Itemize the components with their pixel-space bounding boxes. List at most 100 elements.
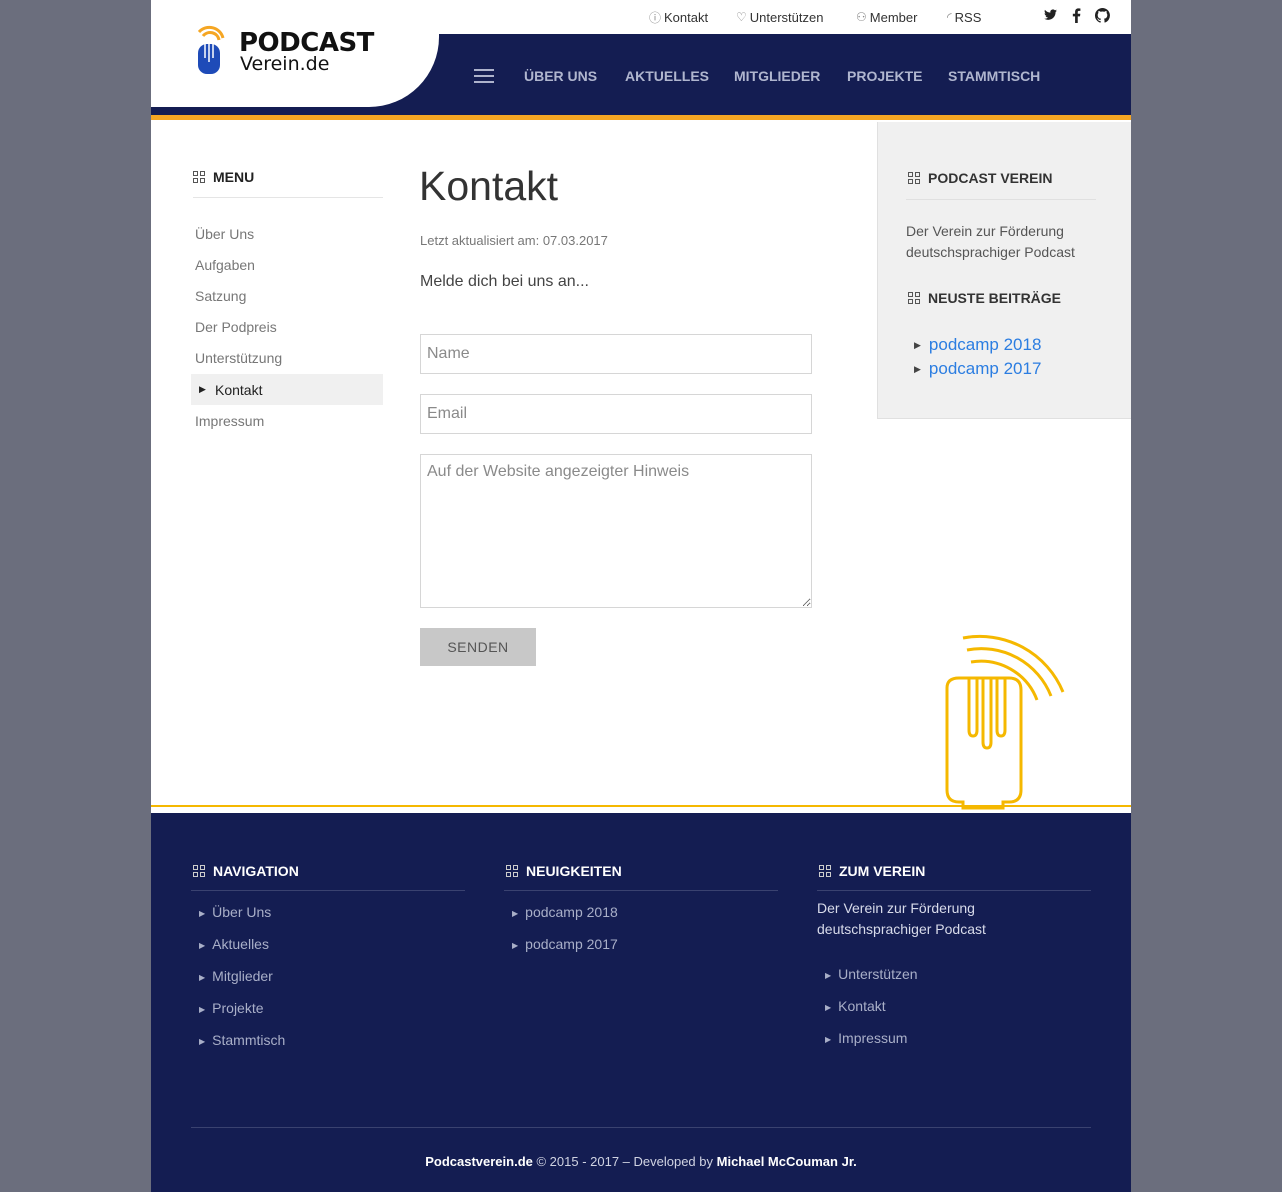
caret-right-icon: ▶ xyxy=(825,1034,832,1044)
logo-subtitle: Verein.de xyxy=(240,53,330,75)
sidebar-heading-posts-label: NEUSTE BEITRÄGE xyxy=(928,290,1062,306)
topbar-kontakt-link[interactable]: ⓘ Kontakt xyxy=(649,9,708,26)
footer-nav-link[interactable]: ▶ Mitglieder xyxy=(199,968,273,984)
caret-right-icon: ▶ xyxy=(199,972,206,982)
left-menu-heading-label: MENU xyxy=(213,169,255,185)
footer: NAVIGATION ▶ Über Uns ▶ Aktuelles ▶ Mitglie… xyxy=(151,813,1131,1192)
facebook-icon[interactable] xyxy=(1072,8,1081,23)
sidebar-heading-verein: PODCAST VEREIN xyxy=(908,170,1052,186)
footer-news-link[interactable]: ▶ podcamp 2017 xyxy=(512,936,618,952)
twitter-icon[interactable] xyxy=(1043,8,1058,22)
question-circle-icon: ⓘ xyxy=(649,10,662,25)
page: PODCAST Verein.de ⓘ Kontakt ♡ Unterstütz… xyxy=(151,0,1131,1192)
sidebar-post-link[interactable]: ▶ podcamp 2017 xyxy=(914,359,1041,379)
grid-icon xyxy=(193,865,205,877)
name-field[interactable] xyxy=(420,334,812,374)
intro-text: Melde dich bei uns an... xyxy=(420,273,589,290)
nav-projekte[interactable]: PROJEKTE xyxy=(847,68,922,84)
nav-stammtisch[interactable]: STAMMTISCH xyxy=(948,68,1040,84)
topbar-unterstuetzen-link[interactable]: ♡ Unterstützen xyxy=(736,10,823,25)
caret-right-icon: ▶ xyxy=(199,940,206,950)
grid-icon xyxy=(819,865,831,877)
footer-heading-navigation: NAVIGATION xyxy=(193,863,299,879)
footer-verein-link[interactable]: ▶ Kontakt xyxy=(825,998,886,1014)
caret-right-icon: ▶ xyxy=(914,340,921,351)
caret-right-icon: ▶ xyxy=(825,1002,832,1012)
footer-verein-link[interactable]: ▶ Unterstützen xyxy=(825,966,918,982)
left-menu-item-impressum[interactable]: Impressum xyxy=(195,413,264,429)
footer-verein-label: Unterstützen xyxy=(838,966,918,982)
footer-nav-link[interactable]: ▶ Aktuelles xyxy=(199,936,269,952)
logo[interactable]: PODCAST Verein.de xyxy=(151,0,439,107)
footer-nav-link[interactable]: ▶ Projekte xyxy=(199,1000,264,1016)
users-icon: ⚇ xyxy=(856,10,867,24)
caret-right-icon: ▶ xyxy=(825,970,832,980)
topbar-member-label: Member xyxy=(869,9,918,25)
hamburger-menu-icon[interactable] xyxy=(474,69,494,83)
sidebar-heading-posts: NEUSTE BEITRÄGE xyxy=(908,290,1061,306)
sidebar-post-label: podcamp 2018 xyxy=(928,335,1042,354)
footer-nav-label: Stammtisch xyxy=(212,1032,286,1048)
accent-line xyxy=(151,115,1131,120)
footer-news-label: podcamp 2017 xyxy=(525,936,618,952)
footer-news-link[interactable]: ▶ podcamp 2018 xyxy=(512,904,618,920)
left-menu-item-ueber-uns[interactable]: Über Uns xyxy=(195,226,254,242)
left-menu-item-unterstuetzung[interactable]: Unterstützung xyxy=(195,350,282,366)
footer-nav-link[interactable]: ▶ Stammtisch xyxy=(199,1032,285,1048)
submit-button[interactable]: SENDEN xyxy=(420,628,536,666)
caret-right-icon: ▶ xyxy=(914,364,921,375)
topbar-unterstuetzen-label: Unterstützen xyxy=(749,9,824,25)
left-menu-item-aufgaben[interactable]: Aufgaben xyxy=(195,257,255,273)
footer-heading-verein: ZUM VEREIN xyxy=(819,863,925,879)
last-updated: Letzt aktualisiert am: 07.03.2017 xyxy=(420,233,608,248)
heart-icon: ♡ xyxy=(736,10,747,24)
sidebar-post-link[interactable]: ▶ podcamp 2018 xyxy=(914,335,1041,355)
copyright-text: © 2015 - 2017 – Developed by xyxy=(532,1154,717,1169)
footer-verein-label: Impressum xyxy=(838,1030,908,1046)
footer-heading-news: NEUIGKEITEN xyxy=(506,863,622,879)
footer-verein-label: Kontakt xyxy=(838,998,886,1014)
grid-icon xyxy=(506,865,518,877)
nav-mitglieder[interactable]: MITGLIEDER xyxy=(734,68,820,84)
nav-ueber-uns[interactable]: ÜBER UNS xyxy=(524,68,597,84)
caret-right-icon: ▶ xyxy=(512,940,519,950)
left-menu-item-podpreis[interactable]: Der Podpreis xyxy=(195,319,277,335)
github-icon[interactable] xyxy=(1095,8,1110,23)
topbar-kontakt-label: Kontakt xyxy=(664,9,709,25)
footer-nav-label: Über Uns xyxy=(212,904,272,920)
footer-heading-verein-label: ZUM VEREIN xyxy=(839,863,926,879)
page-title: Kontakt xyxy=(419,163,559,209)
divider xyxy=(906,199,1096,200)
grid-icon xyxy=(908,172,920,184)
divider xyxy=(191,890,465,891)
footer-heading-news-label: NEUIGKEITEN xyxy=(526,863,622,879)
microphone-outline-icon xyxy=(945,634,1065,810)
grid-icon xyxy=(908,292,920,304)
footer-nav-link[interactable]: ▶ Über Uns xyxy=(199,904,271,920)
footer-heading-navigation-label: NAVIGATION xyxy=(213,863,299,879)
nav-aktuelles[interactable]: AKTUELLES xyxy=(625,68,709,84)
topbar-rss-label: RSS xyxy=(954,9,982,25)
topbar-member-link[interactable]: ⚇ Member xyxy=(856,10,917,25)
topbar-rss-link[interactable]: ◜ RSS xyxy=(947,10,981,25)
copyright-author-link[interactable]: Michael McCouman Jr. xyxy=(717,1154,857,1169)
footer-news-label: podcamp 2018 xyxy=(525,904,618,920)
microphone-logo-icon xyxy=(197,25,225,74)
copyright-site-link[interactable]: Podcastverein.de xyxy=(425,1154,533,1169)
footer-nav-label: Aktuelles xyxy=(212,936,269,952)
divider xyxy=(817,890,1091,891)
rss-icon: ◜ xyxy=(947,10,952,24)
left-menu-item-kontakt[interactable]: ▶ Kontakt xyxy=(191,374,383,405)
left-menu-item-kontakt-label: Kontakt xyxy=(215,382,263,398)
footer-nav-label: Projekte xyxy=(212,1000,264,1016)
footer-verein-link[interactable]: ▶ Impressum xyxy=(825,1030,907,1046)
right-sidebar: PODCAST VEREIN Der Verein zur Förderung … xyxy=(877,122,1131,419)
copyright: Podcastverein.de © 2015 - 2017 – Develop… xyxy=(151,1154,1131,1169)
left-menu-item-satzung[interactable]: Satzung xyxy=(195,288,246,304)
divider xyxy=(504,890,778,891)
divider xyxy=(191,1127,1091,1128)
message-field[interactable] xyxy=(420,454,812,608)
email-field[interactable] xyxy=(420,394,812,434)
caret-right-icon: ▶ xyxy=(199,908,206,918)
divider xyxy=(193,197,383,198)
